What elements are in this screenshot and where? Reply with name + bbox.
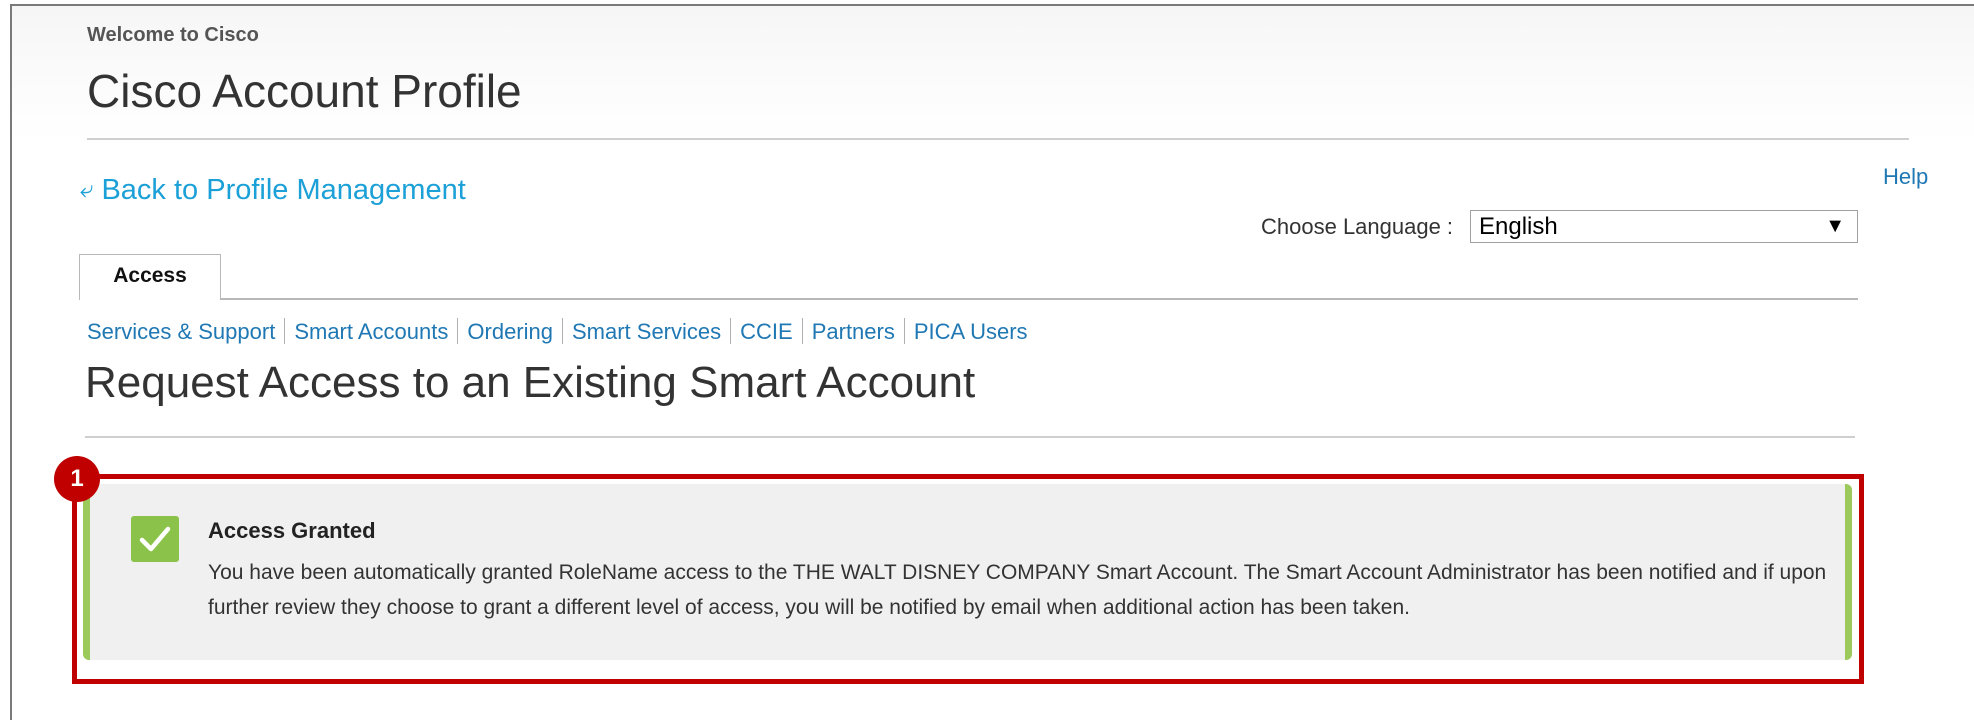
subnav-separator <box>903 318 905 344</box>
language-select[interactable]: English ▼ <box>1470 210 1858 243</box>
tab-bar-divider <box>80 298 1858 300</box>
subnav-ordering[interactable]: Ordering <box>467 319 553 344</box>
subnav-ccie[interactable]: CCIE <box>740 319 793 344</box>
subnav-separator <box>801 318 803 344</box>
tab-access[interactable]: Access <box>79 254 221 300</box>
access-subnav: Services & Support Smart Accounts Ordering… <box>87 318 1028 345</box>
callout-number-badge: 1 <box>54 456 100 502</box>
back-link-label: Back to Profile Management <box>101 174 466 206</box>
back-to-profile-link[interactable]: ⤶ Back to Profile Management <box>80 174 466 207</box>
subnav-services-support[interactable]: Services & Support <box>87 319 275 344</box>
language-selected-value: English <box>1479 213 1558 240</box>
subnav-separator <box>730 318 732 344</box>
subnav-smart-accounts[interactable]: Smart Accounts <box>294 319 448 344</box>
annotation-highlight-box <box>72 474 1864 684</box>
page-title: Cisco Account Profile <box>87 65 522 117</box>
subnav-separator <box>284 318 286 344</box>
section-divider <box>85 436 1855 438</box>
subnav-separator <box>457 318 459 344</box>
dropdown-arrow-icon: ▼ <box>1825 215 1845 237</box>
subnav-smart-services[interactable]: Smart Services <box>572 319 721 344</box>
subnav-pica-users[interactable]: PICA Users <box>914 319 1028 344</box>
welcome-text: Welcome to Cisco <box>87 24 259 46</box>
section-title: Request Access to an Existing Smart Acco… <box>85 358 976 407</box>
help-link[interactable]: Help <box>1883 164 1928 190</box>
subnav-partners[interactable]: Partners <box>812 319 895 344</box>
back-arrow-icon: ⤶ <box>80 176 94 203</box>
header-divider <box>87 138 1909 140</box>
language-label: Choose Language : <box>1261 214 1454 239</box>
subnav-separator <box>561 318 563 344</box>
